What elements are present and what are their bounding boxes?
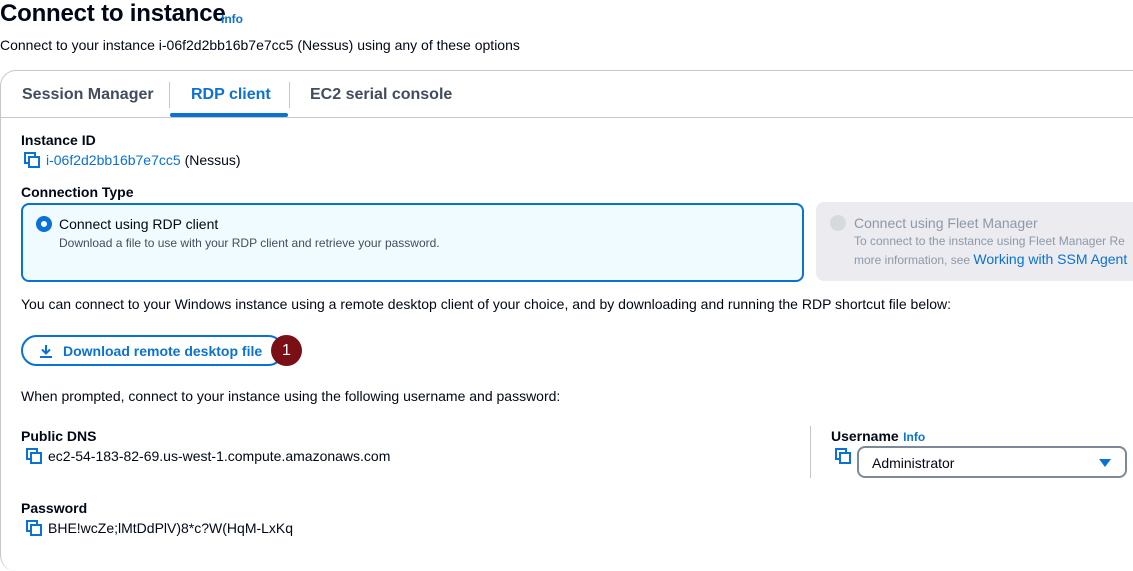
public-dns-value: ec2-54-183-82-69.us-west-1.compute.amazo… (48, 448, 391, 464)
tab-session-manager[interactable]: Session Manager (22, 71, 154, 116)
password-value: BHE!wcZe;lMtDdPlV)8*c?W(HqM-LxKq (48, 520, 294, 536)
prompt-text: When prompted, connect to your instance … (21, 388, 561, 404)
caret-down-icon (1099, 459, 1111, 467)
tab-divider (289, 82, 290, 108)
fleet-option-title: Connect using Fleet Manager (854, 215, 1038, 231)
tab-divider (169, 82, 170, 108)
info-link[interactable]: Info (221, 12, 243, 26)
username-label-row: Username Info (831, 428, 925, 446)
connect-panel: Session Manager RDP client EC2 serial co… (0, 70, 1133, 571)
connection-type-label: Connection Type (21, 184, 134, 200)
tab-ec2-serial-console[interactable]: EC2 serial console (310, 71, 452, 116)
rdp-client-option[interactable]: Connect using RDP client Download a file… (21, 203, 804, 282)
column-divider (810, 426, 811, 478)
active-tab-indicator (170, 113, 288, 117)
username-info-link[interactable]: Info (903, 430, 925, 444)
public-dns-label: Public DNS (21, 428, 97, 444)
copy-icon[interactable] (24, 152, 40, 168)
instance-id-label: Instance ID (21, 132, 96, 148)
instance-id-link[interactable]: i-06f2d2bb16b7e7cc5 (46, 152, 181, 168)
page-title: Connect to instance (0, 0, 226, 27)
radio-selected[interactable] (36, 216, 52, 232)
username-selected-value: Administrator (872, 455, 955, 471)
fleet-option-description: To connect to the instance using Fleet M… (854, 234, 1125, 248)
download-icon (40, 345, 52, 358)
tab-bar: Session Manager RDP client EC2 serial co… (1, 71, 1133, 118)
rdp-instructions: You can connect to your Windows instance… (21, 296, 952, 312)
page-subtitle: Connect to your instance i-06f2d2bb16b7e… (0, 37, 520, 53)
tab-rdp-client[interactable]: RDP client (191, 71, 271, 116)
copy-icon[interactable] (26, 448, 42, 464)
fleet-option-description-line2: more information, see Working with SSM A… (854, 250, 1127, 269)
copy-icon[interactable] (835, 448, 851, 464)
fleet-manager-option: Connect using Fleet Manager To connect t… (816, 202, 1133, 281)
rdp-option-title: Connect using RDP client (59, 216, 219, 232)
username-select[interactable]: Administrator (857, 446, 1127, 478)
username-label: Username (831, 428, 899, 444)
copy-icon[interactable] (26, 520, 42, 536)
instance-id-row: i-06f2d2bb16b7e7cc5 (Nessus) (46, 152, 241, 168)
ssm-agent-link[interactable]: Working with SSM Agent (973, 251, 1127, 267)
rdp-option-description: Download a file to use with your RDP cli… (59, 236, 440, 250)
instance-name: (Nessus) (184, 152, 241, 168)
download-rdp-file-button[interactable]: Download remote desktop file (21, 335, 284, 366)
download-button-label: Download remote desktop file (63, 343, 263, 359)
fleet-option-description-prefix: more information, see (854, 253, 971, 267)
radio-disabled (830, 215, 846, 231)
step-badge: 1 (271, 335, 302, 366)
password-label: Password (21, 500, 88, 516)
